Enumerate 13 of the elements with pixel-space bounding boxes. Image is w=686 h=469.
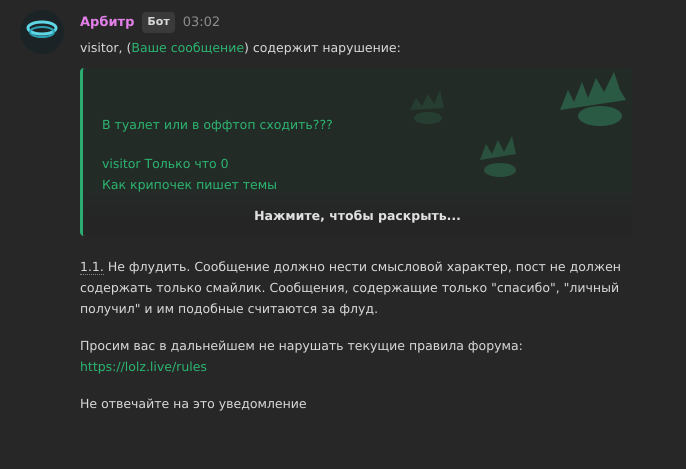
rules-link[interactable]: https://lolz.live/rules [80, 358, 207, 374]
message-link[interactable]: Ваше сообщение [131, 40, 244, 54]
quote-line: В туалет или в оффтоп сходить??? [102, 116, 334, 134]
footer-text: Не отвечайте на это уведомление [80, 394, 308, 413]
rule-text: 1.1. Не флудить. Сообщение должно нести смысловой характер, пост не должен содержать только смайлик. Сообщения, содержащие только "спасибо", "личный получил" и им подобные считаются за флуд. [80, 258, 622, 318]
author-name[interactable]: Арбитр [80, 12, 134, 32]
bot-badge: Бот [142, 12, 175, 32]
quote-line: visitor Только что 0 [102, 154, 230, 172]
expand-link[interactable]: Нажмите, чтобы раскрыть... [254, 206, 461, 226]
quote-line: Как крипочек пишет темы [102, 176, 278, 194]
violation-notice: visitor, (Ваше сообщение) содержит нарушение: [80, 38, 402, 57]
request-text: Просим вас в дальнейшем не нарушать текущие правила форума: [80, 336, 524, 355]
message-time: 03:02 [182, 14, 220, 32]
